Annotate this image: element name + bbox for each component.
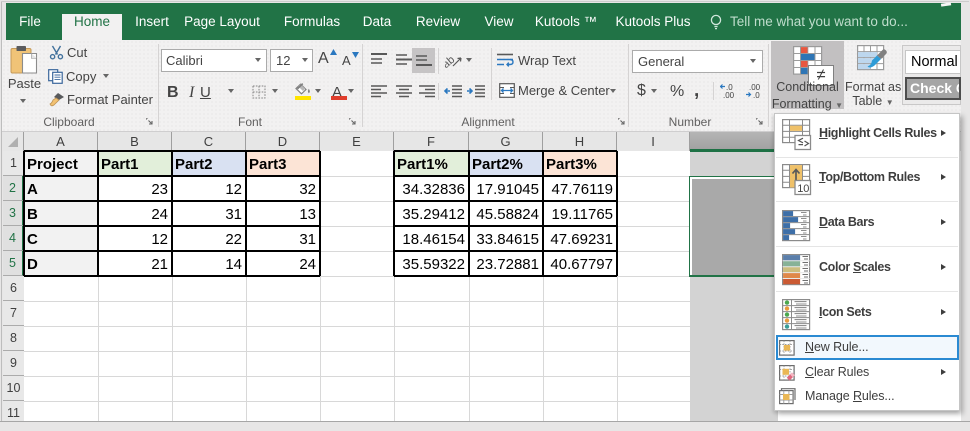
svg-text:.00: .00 bbox=[723, 91, 735, 99]
svg-text:ab: ab bbox=[445, 54, 457, 68]
svg-text:.0: .0 bbox=[753, 91, 760, 99]
svg-text:10: 10 bbox=[797, 183, 809, 195]
